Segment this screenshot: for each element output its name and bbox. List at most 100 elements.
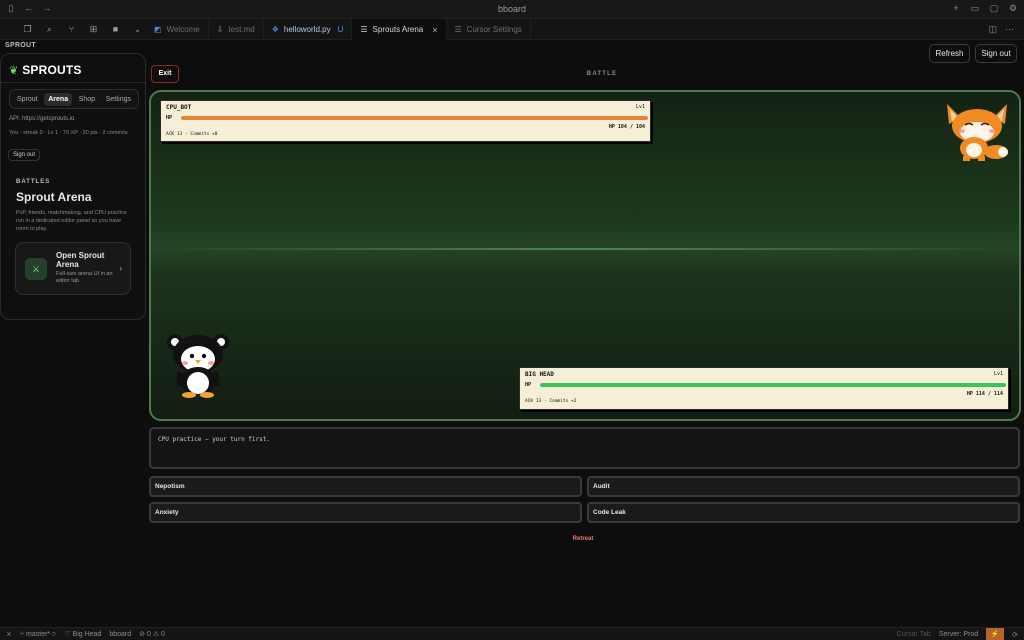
tab-label: helloworld.py	[283, 25, 331, 34]
brand-name: SPROUTS	[22, 63, 82, 77]
sprout-logo-icon: ❦	[9, 64, 19, 77]
tab-helloworld-py[interactable]: ❖ helloworld.py U	[264, 19, 353, 40]
sidebar-section-title: SPROUT	[5, 42, 36, 49]
sidebar-nav: Sprout Arena Shop Settings	[9, 89, 139, 109]
editor-actions: ◫ ⋯	[988, 24, 1014, 35]
chevron-right-icon: ›	[119, 264, 122, 273]
api-url: API: https://getsprouts.io	[9, 116, 75, 122]
close-icon[interactable]: ×	[432, 25, 437, 35]
swords-icon: ⚔	[25, 258, 47, 280]
battle-heading: BATTLE	[586, 71, 618, 77]
tab-sprouts-arena[interactable]: ☰ Sprouts Arena ×	[352, 19, 447, 40]
enemy-hp-fill	[181, 116, 648, 120]
status-left: ⨯ ⑂ master* ⟳ ♡ Big Head bboard ⊘ 0 ⚠ 0	[6, 630, 165, 639]
refresh-button[interactable]: Refresh	[929, 44, 970, 63]
enemy-hp-text: HP 104 / 104	[608, 124, 645, 130]
editor-top-bar: ❐ ⌕ ⑂ ⊞ ■ ⌄ ◩ Welcome ⇩ test.md ❖ hellow…	[0, 19, 1024, 40]
workspace-name[interactable]: bboard	[109, 631, 131, 638]
source-control-icon[interactable]: ⑂	[66, 24, 77, 35]
section-description: PvP, friends, matchmaking, and CPU pract…	[16, 210, 127, 232]
player-hp-text: HP 114 / 114	[966, 391, 1003, 397]
tab-label: Cursor Settings	[466, 25, 522, 34]
enemy-meta: ACK 13 · Commits +0	[166, 132, 218, 137]
arena-horizon	[151, 248, 1019, 250]
enemy-name: CPU_BOT	[166, 104, 192, 111]
tab-label: test.md	[228, 25, 255, 34]
status-right: Cursor Tab Server: Prod ⚡ ⟳	[897, 628, 1018, 640]
title-actions: + ▭ ▢ ⚙	[951, 3, 1018, 14]
branch-status[interactable]: ⑂ master* ⟳	[20, 631, 56, 638]
files-icon[interactable]: ❐	[22, 24, 33, 35]
tab-label: Welcome	[166, 25, 200, 34]
more-icon[interactable]: ⋯	[1005, 24, 1014, 35]
card-subtitle: Full-size arena UI in an editor tab	[56, 271, 113, 284]
brand: ❦ SPROUTS	[9, 63, 82, 77]
editor-tabs: ◩ Welcome ⇩ test.md ❖ helloworld.py U ☰ …	[146, 19, 531, 40]
branch-name: master*	[26, 630, 51, 638]
user-stats: You · streak 0 · Lv 1 · 70 XP · 20 pts ·…	[9, 130, 128, 136]
retreat-button[interactable]: Retreat	[560, 536, 606, 542]
player-hp-label: HP	[525, 382, 532, 388]
nav-shop[interactable]: Shop	[75, 93, 99, 106]
player-hp-fill	[540, 383, 1006, 387]
tab-welcome[interactable]: ◩ Welcome	[146, 19, 209, 40]
penguin-sprite-icon	[167, 334, 229, 398]
move-audit-button[interactable]: Audit	[587, 476, 1020, 497]
tab-label: Sprouts Arena	[372, 25, 424, 34]
activity-icons: ❐ ⌕ ⑂ ⊞ ■ ⌄	[0, 19, 146, 40]
nav-settings[interactable]: Settings	[102, 93, 135, 106]
player-status-box: BIG HEAD Lv1 HP HP 114 / 114 ACK 13 · Co…	[519, 367, 1009, 410]
profile-status[interactable]: ♡ Big Head	[64, 630, 101, 638]
sync-icon: ⟳	[52, 630, 57, 638]
extensions-icon[interactable]: ⊞	[88, 24, 99, 35]
chat-icon[interactable]: ▢	[989, 3, 999, 14]
move-anxiety-button[interactable]: Anxiety	[149, 502, 582, 523]
sprout-panel-icon[interactable]: ■	[110, 24, 121, 35]
no-signal-icon[interactable]: ⚡	[986, 628, 1005, 640]
enemy-hp-bar	[181, 116, 648, 120]
error-icon: ⊘	[139, 631, 146, 638]
untracked-badge: U	[337, 25, 344, 34]
player-hp-bar	[540, 383, 1006, 387]
problems-count: 0 ⚠ 0	[146, 631, 165, 638]
cursor-tab-status[interactable]: Cursor Tab	[897, 631, 931, 638]
open-arena-card[interactable]: ⚔ Open Sprout Arena Full-size arena UI i…	[15, 242, 131, 295]
enemy-status-box: CPU_BOT Lv1 HP HP 104 / 104 ACK 13 · Com…	[160, 100, 651, 142]
sign-out-button[interactable]: Sign out	[975, 44, 1017, 63]
plus-icon[interactable]: +	[951, 3, 961, 14]
section-title: Sprout Arena	[16, 190, 92, 204]
python-icon: ❖	[271, 25, 279, 34]
heart-icon: ♡	[64, 631, 71, 638]
nav-sprout[interactable]: Sprout	[13, 93, 42, 106]
player-level: Lv1	[993, 371, 1003, 377]
split-editor-icon[interactable]: ◫	[988, 24, 997, 35]
layout-icon[interactable]: ▭	[970, 3, 980, 14]
player-name: BIG HEAD	[525, 371, 554, 378]
server-status[interactable]: Server: Prod	[939, 631, 978, 638]
move-nepotism-button[interactable]: Nepotism	[149, 476, 582, 497]
sidebar-sign-out-button[interactable]: Sign out	[8, 149, 41, 161]
exit-button[interactable]: Exit	[151, 65, 179, 83]
profile-name: Big Head	[72, 631, 102, 638]
tab-cursor-settings[interactable]: ☰ Cursor Settings	[447, 19, 531, 40]
nav-arena[interactable]: Arena	[44, 92, 73, 106]
sprout-sidebar: ❦ SPROUTS Sprout Arena Shop Settings API…	[0, 53, 146, 320]
window-title: bboard	[497, 4, 527, 14]
tab-test-md[interactable]: ⇩ test.md	[209, 19, 264, 40]
panel-icon: ☰	[360, 25, 368, 34]
branch-icon: ⑂	[19, 630, 25, 638]
gear-icon[interactable]: ⚙	[1008, 3, 1018, 14]
enemy-level: Lv1	[635, 104, 645, 110]
settings-icon: ☰	[454, 25, 462, 34]
cursor-logo-icon: ◩	[154, 25, 162, 34]
move-code-leak-button[interactable]: Code Leak	[587, 502, 1020, 523]
problems-status[interactable]: ⊘ 0 ⚠ 0	[139, 630, 165, 638]
notifications-icon[interactable]: ⟳	[1012, 631, 1018, 639]
chevron-down-icon[interactable]: ⌄	[132, 24, 143, 35]
fox-sprite-icon	[947, 104, 1008, 161]
remote-icon[interactable]: ⨯	[6, 630, 12, 638]
divider	[1, 82, 145, 83]
battle-arena: CPU_BOT Lv1 HP HP 104 / 104 ACK 13 · Com…	[149, 90, 1021, 421]
search-icon[interactable]: ⌕	[44, 24, 55, 35]
section-kicker: BATTLES	[16, 179, 51, 185]
